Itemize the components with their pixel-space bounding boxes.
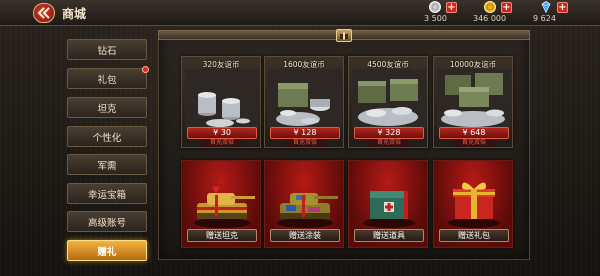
gold-value: 346 000 bbox=[473, 14, 507, 23]
currency-pack-card[interactable]: 1600友谊币 ¥ 128 首充双倍 bbox=[264, 56, 344, 148]
menu-item-lucky-box[interactable]: 幸运宝箱 bbox=[67, 183, 147, 204]
back-button[interactable] bbox=[33, 3, 55, 23]
diamond-value: 9 624 bbox=[533, 14, 556, 23]
silver-coin-icon bbox=[429, 1, 441, 13]
first-charge-double-tag: 首充双倍 bbox=[202, 139, 242, 147]
add-diamond-button[interactable]: + bbox=[557, 2, 568, 13]
menu-item-package[interactable]: 礼包 bbox=[67, 66, 149, 89]
back-chevrons-icon bbox=[37, 7, 50, 19]
diamond-icon bbox=[541, 1, 551, 13]
currency-pack-card[interactable]: 320友谊币 ¥ 30 首充双倍 bbox=[181, 56, 261, 148]
menu-item-supplies[interactable]: 军需 bbox=[67, 154, 147, 175]
menu-item-label: 幸运宝箱 bbox=[87, 189, 126, 201]
diamond-resource: + 9 624 bbox=[533, 1, 600, 25]
price-button[interactable]: ¥ 328 bbox=[354, 127, 424, 139]
menu-item-premium-account[interactable]: 高级账号 bbox=[67, 211, 147, 232]
menu-item-label: 高级账号 bbox=[87, 217, 126, 229]
price-button[interactable]: ¥ 30 bbox=[187, 127, 257, 139]
gift-camo-button[interactable]: 赠送涂装 bbox=[270, 229, 340, 242]
page-title: 商城 bbox=[62, 7, 87, 21]
gift-supply-button[interactable]: 赠送道具 bbox=[354, 229, 424, 242]
menu-item-label: 个性化 bbox=[92, 132, 122, 144]
silver-value: 3 500 bbox=[424, 14, 447, 23]
menu-item-gift[interactable]: 赠礼 bbox=[67, 240, 147, 261]
gold-tank-icon bbox=[194, 186, 255, 228]
price-button[interactable]: ¥ 128 bbox=[270, 127, 340, 139]
gift-camo-card[interactable]: 赠送涂装 bbox=[264, 160, 344, 248]
gold-coin-icon bbox=[484, 1, 496, 13]
gift-package-card[interactable]: 赠送礼包 bbox=[433, 160, 513, 248]
menu-item-label: 坦克 bbox=[97, 103, 117, 115]
gift-tank-card[interactable]: 赠送坦克 bbox=[181, 160, 261, 248]
first-charge-double-tag: 首充双倍 bbox=[454, 139, 494, 147]
gift-package-button[interactable]: 赠送礼包 bbox=[439, 229, 509, 242]
gift-box-icon bbox=[448, 182, 500, 228]
currency-pack-card[interactable]: 4500友谊币 ¥ 328 首充双倍 bbox=[348, 56, 428, 148]
price-button[interactable]: ¥ 648 bbox=[439, 127, 509, 139]
camo-tank-icon bbox=[277, 193, 338, 228]
notification-badge bbox=[142, 66, 149, 73]
coin-pile-icon bbox=[268, 69, 342, 129]
menu-item-personalize[interactable]: 个性化 bbox=[67, 126, 147, 147]
coin-pile-icon bbox=[185, 69, 259, 129]
menu-item-label: 赠礼 bbox=[97, 246, 117, 258]
first-charge-double-tag: 首充双倍 bbox=[285, 139, 325, 147]
menu-item-label: 钻石 bbox=[97, 45, 117, 57]
top-bar: 商城 + 3 500 + 346 000 + 9 624 bbox=[0, 0, 600, 26]
gift-tank-button[interactable]: 赠送坦克 bbox=[187, 229, 257, 242]
add-silver-button[interactable]: + bbox=[446, 2, 457, 13]
coin-pile-icon bbox=[437, 69, 511, 129]
menu-item-diamond[interactable]: 钻石 bbox=[67, 39, 147, 60]
menu-item-tank[interactable]: 坦克 bbox=[67, 97, 147, 118]
first-charge-double-tag: 首充双倍 bbox=[369, 139, 409, 147]
supply-crate-icon bbox=[363, 191, 415, 228]
menu-item-label: 军需 bbox=[97, 160, 117, 172]
shop-emblem-icon bbox=[336, 29, 352, 42]
gift-supply-card[interactable]: 赠送道具 bbox=[348, 160, 428, 248]
add-gold-button[interactable]: + bbox=[501, 2, 512, 13]
coin-pile-icon bbox=[352, 69, 426, 129]
menu-item-label: 礼包 bbox=[97, 74, 117, 86]
currency-pack-card[interactable]: 10000友谊币 ¥ 648 首充双倍 bbox=[433, 56, 513, 148]
